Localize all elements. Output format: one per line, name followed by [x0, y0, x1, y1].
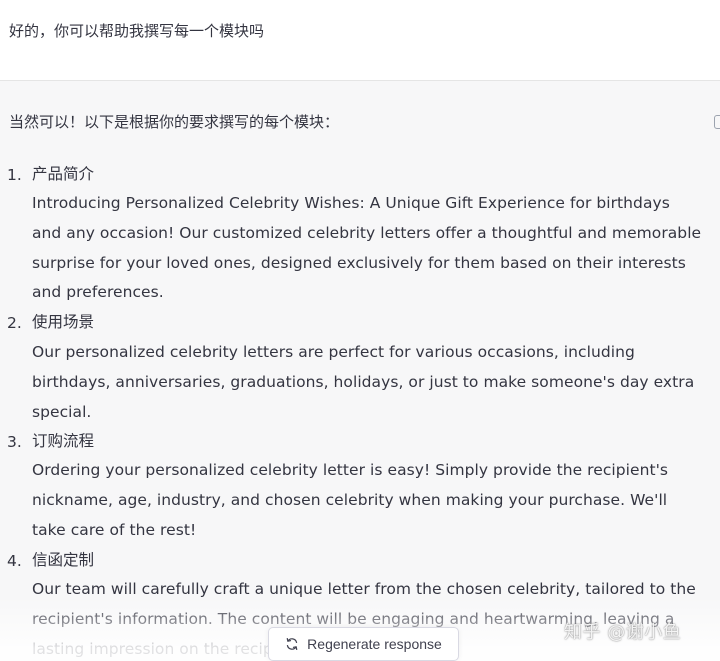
regenerate-response-button[interactable]: Regenerate response [268, 627, 459, 661]
refresh-icon [286, 637, 298, 651]
assistant-intro: 当然可以！以下是根据你的要求撰写的每个模块： [9, 113, 340, 131]
list-number: 3. [7, 433, 22, 451]
assistant-message: 当然可以！以下是根据你的要求撰写的每个模块： 1. 产品简介 Introduci… [0, 81, 720, 661]
regenerate-response-label: Regenerate response [307, 636, 442, 652]
section-title: 产品简介 [32, 165, 95, 183]
list-number: 4. [7, 552, 22, 570]
section-body: Ordering your personalized celebrity let… [32, 461, 669, 539]
section-title: 使用场景 [32, 313, 95, 331]
section-title: 订购流程 [32, 432, 95, 450]
user-message-text: 好的，你可以帮助我撰写每一个模块吗 [9, 22, 265, 40]
list-number: 1. [7, 166, 22, 184]
chat-page: 好的，你可以帮助我撰写每一个模块吗 当然可以！以下是根据你的要求撰写的每个模块：… [0, 0, 720, 661]
section-body: Our personalized celebrity letters are p… [32, 343, 695, 421]
section-body: Introducing Personalized Celebrity Wishe… [32, 194, 702, 302]
user-message: 好的，你可以帮助我撰写每一个模块吗 [0, 0, 720, 81]
section-title: 信函定制 [32, 551, 95, 569]
list-number: 2. [7, 314, 22, 332]
copy-icon[interactable] [714, 115, 720, 129]
